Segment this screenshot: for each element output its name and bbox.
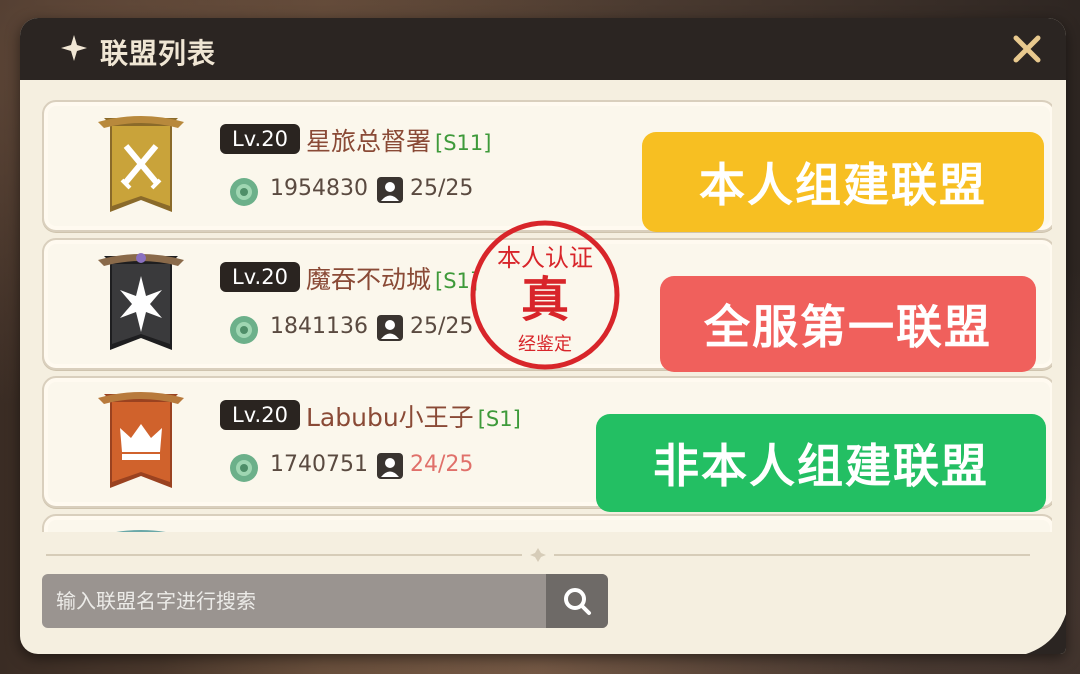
search-box xyxy=(42,574,608,628)
crown-icon xyxy=(98,392,184,488)
power-value: 1841136 xyxy=(270,314,368,339)
panel-title: 联盟列表 xyxy=(100,37,217,70)
sparkle-icon xyxy=(61,35,87,61)
power-gem-icon xyxy=(230,316,258,344)
member-icon xyxy=(377,177,403,203)
level-badge: Lv.20 xyxy=(220,400,300,430)
stamp-bottom-text: 经鉴定 xyxy=(518,334,572,355)
panel-header: 联盟列表 xyxy=(20,18,1066,80)
alliance-name: Labubu小王子 [S1] xyxy=(306,398,521,434)
alliance-name: 星旅总督署 [S11] xyxy=(306,122,491,158)
top-alliance-label: 全服第一联盟 xyxy=(660,276,1036,372)
alliance-card[interactable] xyxy=(42,514,1052,532)
member-count: 25/25 xyxy=(410,314,474,339)
divider xyxy=(46,548,1030,562)
not-own-alliance-label: 非本人组建联盟 xyxy=(596,414,1046,512)
power-value: 1954830 xyxy=(270,176,368,201)
stamp-top-text: 本人认证 xyxy=(497,244,593,272)
member-count: 25/25 xyxy=(410,176,474,201)
alliance-list-panel: 联盟列表 Lv.20 星旅总督署 [S11] 1954830 25/25 Lv.… xyxy=(20,18,1066,654)
close-icon[interactable] xyxy=(1010,32,1044,66)
alliance-name-text: Labubu小王子 xyxy=(306,403,474,432)
power-gem-icon xyxy=(230,454,258,482)
member-icon xyxy=(377,453,403,479)
member-icon xyxy=(377,315,403,341)
alliance-name: 魔吞不动城 [S1] xyxy=(306,260,478,296)
level-badge: Lv.20 xyxy=(220,262,300,292)
crossed-swords-icon xyxy=(98,116,184,212)
member-count: 24/25 xyxy=(410,452,474,477)
stamp-center-text: 真 xyxy=(521,272,569,328)
power-value: 1740751 xyxy=(270,452,368,477)
verification-stamp: 本人认证 真 经鉴定 xyxy=(470,220,620,370)
level-badge: Lv.20 xyxy=(220,124,300,154)
star-burst-icon xyxy=(98,253,184,350)
server-tag: [S11] xyxy=(435,131,492,155)
alliance-name-text: 星旅总督署 xyxy=(306,127,432,156)
power-gem-icon xyxy=(230,178,258,206)
search-icon xyxy=(564,588,591,615)
alliance-name-text: 魔吞不动城 xyxy=(306,265,432,294)
banner-icon xyxy=(116,530,166,532)
server-tag: [S1] xyxy=(477,407,521,431)
own-alliance-label: 本人组建联盟 xyxy=(642,132,1044,232)
corner-decoration xyxy=(1026,614,1066,654)
search-input[interactable] xyxy=(42,574,546,628)
search-button[interactable] xyxy=(546,574,608,628)
